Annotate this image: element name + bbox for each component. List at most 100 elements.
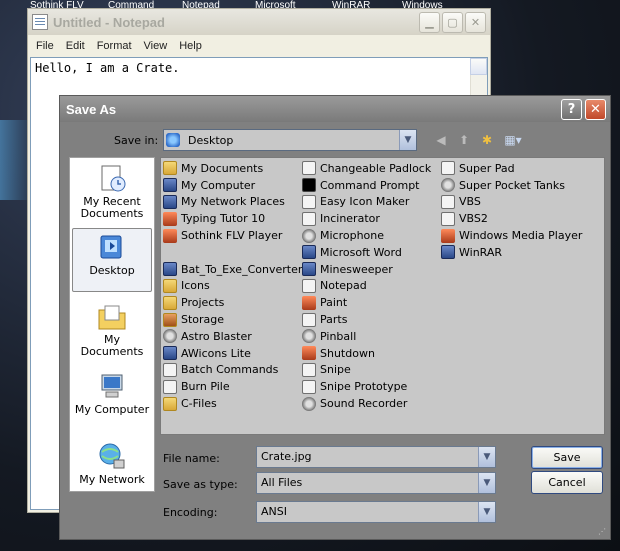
- save-in-label: Save in:: [114, 134, 159, 147]
- menu-edit[interactable]: Edit: [60, 40, 91, 52]
- list-item[interactable]: Super Pocket Tanks: [441, 177, 582, 194]
- new-folder-icon[interactable]: ✱: [479, 132, 495, 148]
- list-item[interactable]: Typing Tutor 10: [163, 210, 302, 227]
- close-button[interactable]: ✕: [465, 12, 486, 33]
- my-documents-icon: [96, 302, 128, 332]
- list-item[interactable]: Windows Media Player: [441, 227, 582, 244]
- list-item[interactable]: WinRAR: [441, 244, 582, 261]
- list-item[interactable]: Sothink FLV Player: [163, 227, 302, 244]
- command-prompt-icon: [302, 178, 316, 193]
- chevron-down-icon[interactable]: ▼: [399, 130, 416, 150]
- file-column-3: Super Pad Super Pocket Tanks VBS VBS2 Wi…: [441, 160, 582, 261]
- list-item[interactable]: Storage: [163, 311, 302, 328]
- file-icon: [441, 211, 455, 226]
- list-item[interactable]: Icons: [163, 278, 302, 295]
- list-item[interactable]: Command Prompt: [302, 177, 431, 194]
- notepad-title: Untitled - Notepad: [53, 14, 165, 30]
- file-icon: [163, 379, 177, 394]
- list-item[interactable]: Burn Pile: [163, 378, 302, 395]
- folder-icon: [163, 278, 177, 293]
- place-label: My Computer: [74, 403, 150, 416]
- list-item[interactable]: Batch Commands: [163, 362, 302, 379]
- close-button[interactable]: ✕: [585, 99, 606, 120]
- menu-view[interactable]: View: [138, 40, 174, 52]
- list-item[interactable]: Incinerator: [302, 210, 431, 227]
- list-item[interactable]: Shutdown: [302, 345, 431, 362]
- file-icon: [302, 362, 316, 377]
- encoding-dropdown[interactable]: ANSI ▼: [256, 501, 496, 523]
- list-item[interactable]: Notepad: [302, 278, 431, 295]
- file-column-2: Changeable Padlock Command Prompt Easy I…: [302, 160, 431, 412]
- list-item[interactable]: Changeable Padlock: [302, 160, 431, 177]
- list-item[interactable]: AWicons Lite: [163, 345, 302, 362]
- program-icon: [163, 329, 177, 344]
- cancel-button[interactable]: Cancel: [531, 471, 603, 494]
- chevron-down-icon[interactable]: ▼: [478, 502, 495, 522]
- shortcut-icon: [163, 228, 177, 243]
- places-bar: My Recent Documents Desktop My Documents…: [69, 157, 155, 492]
- place-desktop[interactable]: Desktop: [72, 228, 152, 292]
- list-item[interactable]: Bat_To_Exe_Converter: [163, 261, 302, 278]
- list-item[interactable]: Sound Recorder: [302, 395, 431, 412]
- list-item[interactable]: Minesweeper: [302, 261, 431, 278]
- list-item[interactable]: Projects: [163, 294, 302, 311]
- list-item[interactable]: Snipe: [302, 362, 431, 379]
- list-item[interactable]: My Documents: [163, 160, 302, 177]
- chevron-down-icon[interactable]: ▼: [478, 473, 495, 493]
- place-label: My Network: [79, 473, 145, 486]
- save-as-type-dropdown[interactable]: All Files ▼: [256, 472, 496, 494]
- list-item[interactable]: Snipe Prototype: [302, 378, 431, 395]
- place-my-network[interactable]: My Network: [72, 438, 152, 491]
- menu-help[interactable]: Help: [173, 40, 208, 52]
- list-item[interactable]: My Network Places: [163, 194, 302, 211]
- list-item[interactable]: VBS2: [441, 210, 582, 227]
- batch-file-icon: [163, 362, 177, 377]
- save-button[interactable]: Save: [531, 446, 603, 469]
- scroll-up-button[interactable]: [470, 58, 487, 75]
- file-icon: [441, 161, 455, 176]
- resize-grip-icon[interactable]: ⋰: [598, 527, 608, 537]
- winrar-icon: [441, 245, 455, 260]
- list-item[interactable]: Paint: [302, 294, 431, 311]
- media-player-icon: [441, 228, 455, 243]
- place-recent-documents[interactable]: My Recent Documents: [72, 160, 152, 224]
- list-item[interactable]: C-Files: [163, 395, 302, 412]
- notepad-titlebar[interactable]: Untitled - Notepad ▁ ▢ ✕: [28, 9, 490, 35]
- views-menu-icon[interactable]: ▦▾: [502, 132, 524, 148]
- menu-format[interactable]: Format: [91, 40, 138, 52]
- list-item[interactable]: My Computer: [163, 177, 302, 194]
- place-label: My Documents: [80, 333, 144, 358]
- encoding-label: Encoding:: [163, 506, 218, 519]
- menu-file[interactable]: File: [30, 40, 60, 52]
- list-item[interactable]: Microsoft Word: [302, 244, 431, 261]
- shutdown-icon: [302, 346, 316, 361]
- pinball-icon: [302, 329, 316, 344]
- file-name-label: File name:: [163, 452, 220, 465]
- dialog-titlebar[interactable]: Save As ? ✕: [60, 96, 610, 122]
- list-item[interactable]: Microphone: [302, 227, 431, 244]
- my-network-icon: [96, 442, 128, 472]
- save-in-value: Desktop: [188, 133, 234, 147]
- file-list[interactable]: My Documents My Computer My Network Plac…: [160, 157, 605, 435]
- save-in-dropdown[interactable]: Desktop ▼: [163, 129, 417, 151]
- list-item[interactable]: Easy Icon Maker: [302, 194, 431, 211]
- place-label: My Recent Documents: [80, 195, 144, 220]
- shortcut-icon: [163, 211, 177, 226]
- place-my-documents[interactable]: My Documents: [72, 298, 152, 362]
- list-item[interactable]: VBS: [441, 194, 582, 211]
- list-item[interactable]: Pinball: [302, 328, 431, 345]
- save-as-dialog: Save As ? ✕ Save in: Desktop ▼ ◀ ⬆ ✱ ▦▾ …: [59, 95, 611, 540]
- chevron-down-icon[interactable]: ▼: [478, 447, 495, 467]
- back-icon[interactable]: ◀: [433, 132, 449, 148]
- list-item[interactable]: Parts: [302, 311, 431, 328]
- minimize-button[interactable]: ▁: [419, 12, 440, 33]
- place-my-computer[interactable]: My Computer: [72, 368, 152, 432]
- up-folder-icon[interactable]: ⬆: [456, 132, 472, 148]
- dialog-title: Save As: [66, 101, 117, 117]
- list-item[interactable]: Astro Blaster: [163, 328, 302, 345]
- maximize-button[interactable]: ▢: [442, 12, 463, 33]
- list-item[interactable]: Super Pad: [441, 160, 582, 177]
- help-button[interactable]: ?: [561, 99, 582, 120]
- file-name-input[interactable]: Crate.jpg ▼: [256, 446, 496, 468]
- folder-icon: [163, 295, 177, 310]
